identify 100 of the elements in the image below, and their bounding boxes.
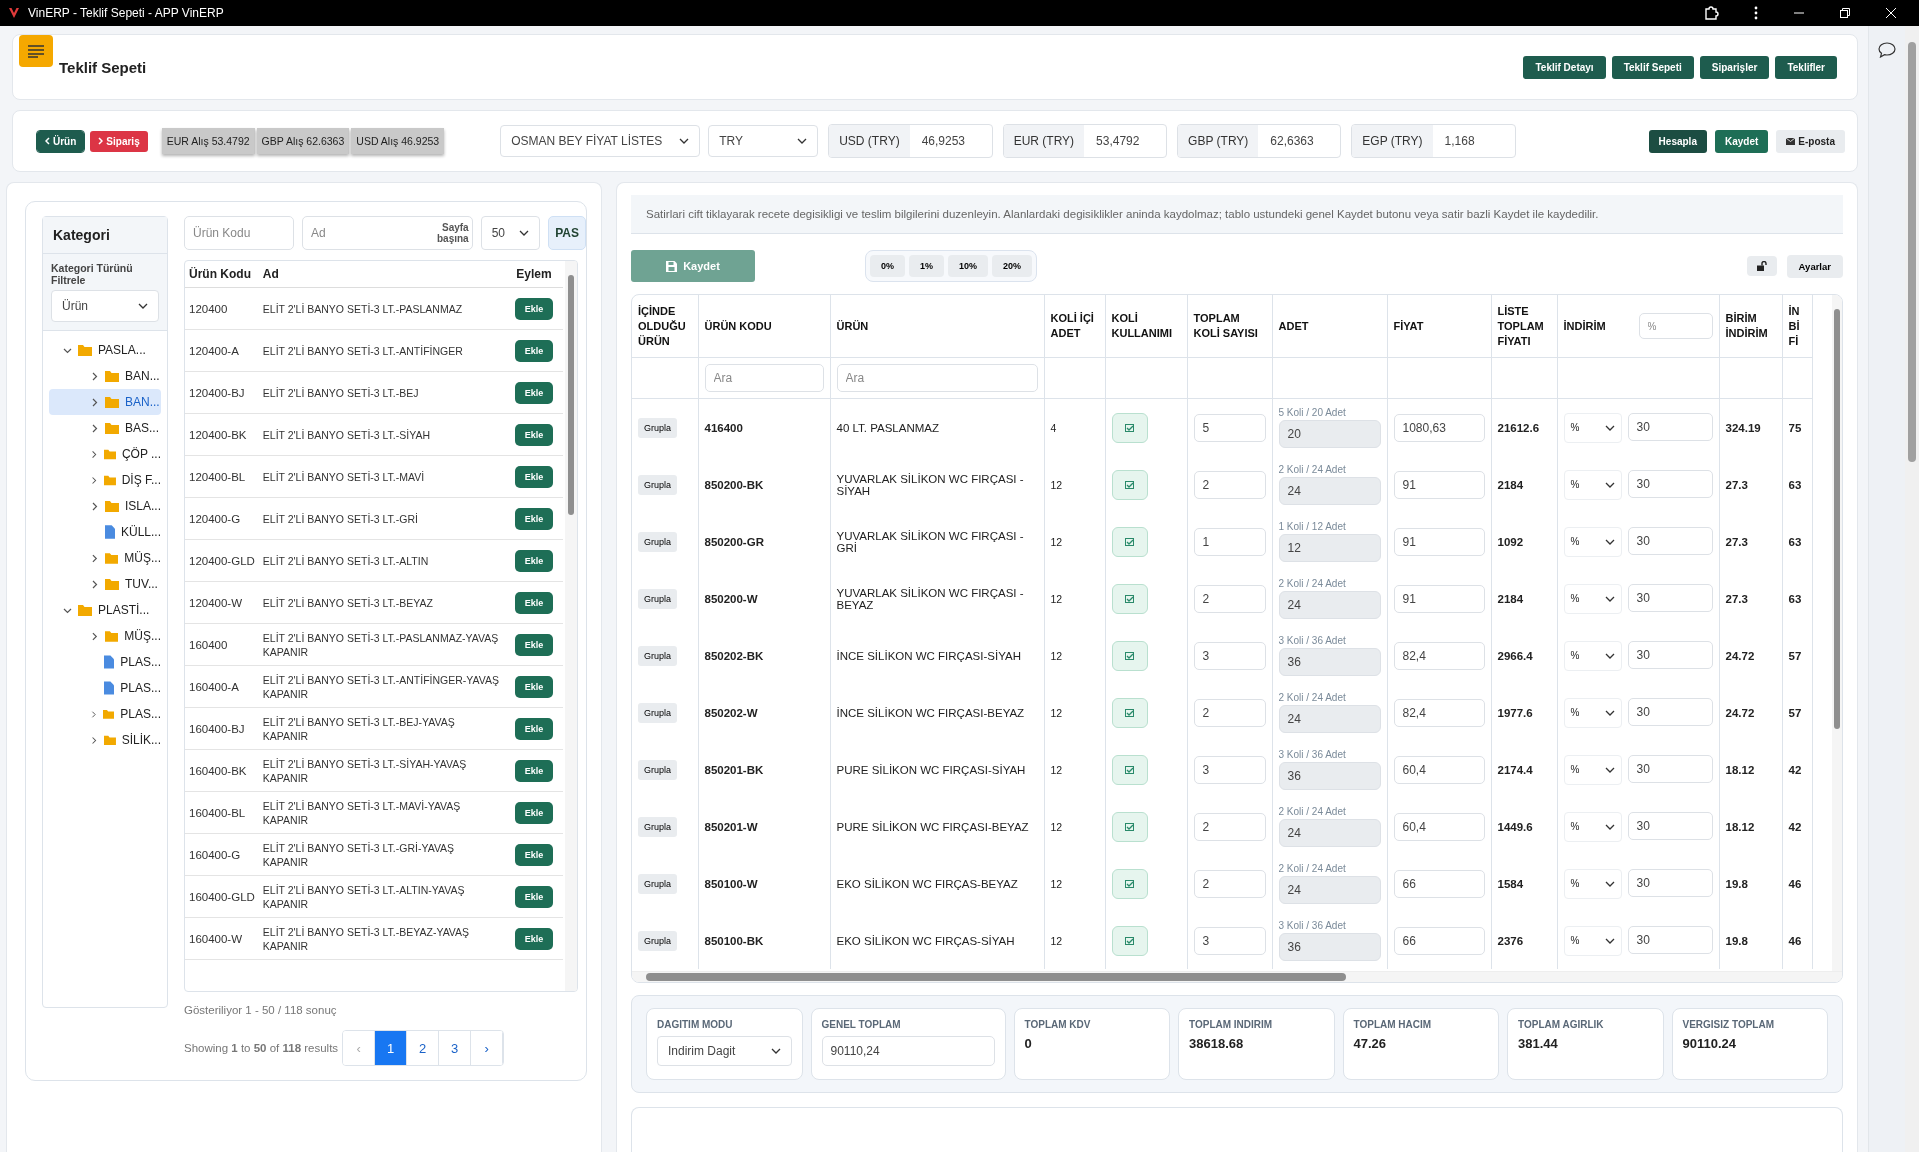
checkbox[interactable] [1111, 925, 1148, 956]
chevron-right-icon[interactable] [90, 735, 98, 745]
group-button[interactable]: Grupla [638, 930, 677, 951]
discount-type-select[interactable]: % [1563, 526, 1622, 557]
box-count-field[interactable]: 1 [1193, 527, 1266, 556]
filter-tab[interactable]: PAS [548, 216, 586, 250]
price-list-select[interactable]: OSMAN BEY FİYAT LİSTES [500, 125, 701, 157]
tree-item[interactable]: BAS... [49, 415, 161, 441]
checkbox[interactable] [1111, 697, 1148, 728]
action-button[interactable]: Kaydet [1714, 129, 1769, 153]
more-icon[interactable] [1753, 5, 1759, 21]
category-type-select[interactable]: Ürün [51, 290, 159, 322]
checkbox[interactable] [1111, 811, 1148, 842]
discount-type-select[interactable]: % [1563, 469, 1622, 500]
box-count-field[interactable]: 2 [1193, 698, 1266, 727]
discount-field[interactable]: 30 [1627, 640, 1713, 669]
scrollbar[interactable] [1832, 295, 1842, 971]
restore-icon[interactable] [1839, 7, 1851, 19]
tree-item[interactable]: DİŞ F... [49, 467, 161, 493]
discount-field[interactable]: 30 [1627, 412, 1713, 441]
page-button[interactable]: 1 [375, 1031, 408, 1065]
discount-type-select[interactable]: % [1563, 640, 1622, 671]
discount-button[interactable]: 0% [870, 255, 905, 277]
distribution-select[interactable]: Indirim Dagit [657, 1036, 792, 1066]
group-button[interactable]: Grupla [638, 645, 677, 666]
discount-button[interactable]: 20% [992, 255, 1033, 277]
tree-item[interactable]: BAN... [49, 363, 161, 389]
rate-field[interactable]: EGP (TRY) 1,168 [1351, 124, 1516, 158]
discount-type-select[interactable]: % [1563, 697, 1622, 728]
add-button[interactable]: Ekle [514, 885, 554, 908]
price-field[interactable]: 66 [1393, 926, 1485, 955]
add-button[interactable]: Ekle [514, 465, 554, 488]
price-field[interactable]: 82,4 [1393, 698, 1485, 727]
price-field[interactable]: 91 [1393, 584, 1485, 613]
add-button[interactable]: Ekle [514, 675, 554, 698]
tree-item[interactable]: PASLA... [49, 337, 161, 363]
discount-button[interactable]: 1% [909, 255, 945, 277]
nav-button[interactable]: Teklif Detayı [1523, 55, 1606, 79]
add-button[interactable]: Ekle [514, 591, 554, 614]
email-button[interactable]: E-posta [1776, 129, 1845, 153]
chevron-right-icon[interactable] [90, 709, 98, 719]
currency-select[interactable]: TRY [708, 125, 819, 157]
discount-field[interactable]: 30 [1627, 697, 1713, 726]
action-button[interactable]: Hesapla [1648, 129, 1707, 153]
checkbox[interactable] [1111, 583, 1148, 614]
chevron-right-icon[interactable] [90, 475, 98, 485]
back-button[interactable]: Ürün [37, 130, 85, 152]
box-count-field[interactable]: 3 [1193, 641, 1266, 670]
add-button[interactable]: Ekle [514, 381, 554, 404]
add-button[interactable]: Ekle [514, 423, 554, 446]
discount-field[interactable]: 30 [1627, 526, 1713, 555]
lock-button[interactable] [1746, 256, 1777, 276]
tree-item[interactable]: KÜLL... [49, 519, 161, 545]
add-button[interactable]: Ekle [514, 549, 554, 572]
add-button[interactable]: Ekle [514, 633, 554, 656]
group-button[interactable]: Grupla [638, 816, 677, 837]
price-field[interactable]: 66 [1393, 869, 1485, 898]
price-field[interactable]: 91 [1393, 527, 1485, 556]
tree-item[interactable]: PLAS... [49, 649, 161, 675]
rate-field[interactable]: GBP (TRY) 62,6363 [1177, 124, 1342, 158]
tree-item[interactable]: ISLA... [49, 493, 161, 519]
checkbox[interactable] [1111, 412, 1148, 443]
checkbox[interactable] [1111, 640, 1148, 671]
checkbox[interactable] [1111, 469, 1148, 500]
group-button[interactable]: Grupla [638, 474, 677, 495]
product-search-field[interactable]: Ara [836, 364, 1038, 392]
nav-button[interactable]: Teklifler [1775, 55, 1837, 79]
checkbox[interactable] [1111, 754, 1148, 785]
chevron-right-icon[interactable] [90, 501, 99, 511]
nav-button[interactable]: Siparişler [1699, 55, 1770, 79]
discount-field[interactable]: 30 [1627, 811, 1713, 840]
tree-item[interactable]: MÜŞ... [49, 545, 161, 571]
price-field[interactable]: 1080,63 [1393, 413, 1485, 442]
chevron-right-icon[interactable] [90, 423, 99, 433]
product-code-field[interactable]: Ürün Kodu [184, 216, 294, 250]
discount-type-select[interactable]: % [1563, 925, 1622, 956]
add-button[interactable]: Ekle [514, 927, 554, 950]
tree-item[interactable]: PLAS... [49, 675, 161, 701]
tree-item[interactable]: TUV... [49, 571, 161, 597]
price-field[interactable]: 60,4 [1393, 812, 1485, 841]
group-button[interactable]: Grupla [638, 702, 677, 723]
discount-field[interactable]: 30 [1627, 469, 1713, 498]
close-icon[interactable] [1885, 7, 1897, 19]
group-button[interactable]: Grupla [638, 759, 677, 780]
checkbox[interactable] [1111, 526, 1148, 557]
tree-item[interactable]: ÇÖP ... [49, 441, 161, 467]
box-count-field[interactable]: 2 [1193, 869, 1266, 898]
chevron-right-icon[interactable] [90, 449, 98, 459]
discount-button[interactable]: 10% [948, 255, 989, 277]
horizontal-scrollbar[interactable] [632, 971, 1842, 982]
tree-item[interactable]: BAN... [49, 389, 161, 415]
box-count-field[interactable]: 2 [1193, 812, 1266, 841]
box-count-field[interactable]: 2 [1193, 584, 1266, 613]
group-button[interactable]: Grupla [638, 417, 677, 438]
discount-type-select[interactable]: % [1563, 868, 1622, 899]
page-scrollbar[interactable] [1905, 26, 1919, 1152]
nav-button[interactable]: Teklif Sepeti [1611, 55, 1694, 79]
add-button[interactable]: Ekle [514, 801, 554, 824]
extension-icon[interactable] [1703, 5, 1719, 21]
chat-icon[interactable] [1878, 42, 1896, 58]
